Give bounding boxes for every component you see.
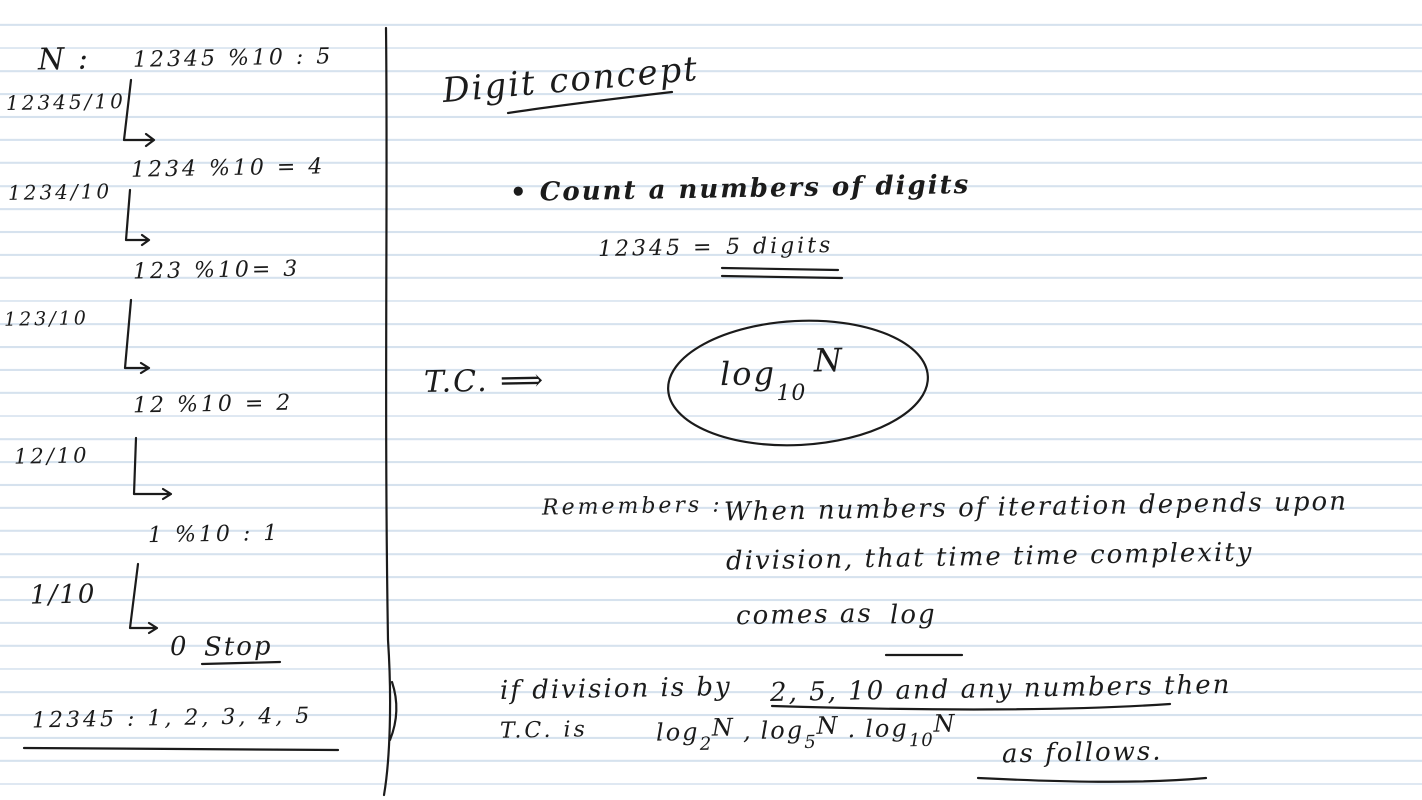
- note-line-2a: T.C. is: [499, 717, 589, 744]
- example-number: 12345 =: [597, 234, 715, 263]
- tc-base: 10: [776, 380, 807, 407]
- tc-formula: log10N: [719, 341, 845, 406]
- tc-log: log: [719, 354, 777, 394]
- division-step-4: 12/10: [13, 443, 90, 469]
- tc-label: T.C. ⟹: [423, 362, 546, 401]
- arrow-step-3: [123, 298, 151, 375]
- modulo-step-4: 12 %10 = 2: [132, 390, 294, 419]
- final-zero: 0: [169, 631, 189, 663]
- log5-log: log: [760, 716, 805, 745]
- remember-line-3: comes as: [735, 598, 873, 632]
- division-step-5: 1/10: [29, 579, 97, 611]
- log10-var: N: [933, 709, 957, 738]
- arrow-step-5: [128, 562, 159, 635]
- note-underline-2: [976, 776, 1208, 783]
- remember-label: Remembers :: [541, 492, 723, 521]
- result-digits: 12345 : 1, 2, 3, 4, 5: [31, 703, 313, 734]
- column-divider-line: [382, 26, 392, 797]
- note-line-1a: if division is by: [499, 671, 732, 707]
- log10-base: 10: [908, 729, 934, 752]
- note-logs: log2N, log5N. log10N: [655, 709, 957, 755]
- division-step-1: 12345/10: [5, 88, 127, 116]
- arrow-step-4: [132, 436, 173, 501]
- n-label: N :: [37, 41, 91, 78]
- log10-log: log: [864, 714, 909, 743]
- remember-log: log: [889, 599, 937, 631]
- log2-log: log: [655, 717, 700, 747]
- arrow-step-2: [124, 188, 151, 247]
- example-result: 5 digits: [725, 233, 834, 260]
- note-line-2-end: as follows.: [1001, 736, 1163, 770]
- log2-var: N: [711, 713, 736, 742]
- tc-var: N: [813, 340, 845, 380]
- digits-underline-2: [720, 274, 844, 280]
- result-underline: [22, 746, 340, 752]
- modulo-step-1: 12345 %10 : 5: [132, 44, 334, 73]
- log5-var: N: [816, 711, 840, 740]
- digits-underline-1: [720, 266, 840, 272]
- division-step-2: 1234/10: [7, 179, 113, 205]
- modulo-step-5: 1 %10 : 1: [147, 520, 281, 549]
- log2-base: 2: [699, 733, 713, 755]
- modulo-step-3: 123 %10= 3: [132, 256, 301, 285]
- arrow-step-1: [122, 78, 156, 148]
- division-step-3: 123/10: [3, 307, 90, 331]
- stop-label: Stop: [203, 631, 273, 663]
- modulo-step-2: 1234 %10 = 4: [130, 154, 326, 183]
- log5-base: 5: [804, 731, 817, 754]
